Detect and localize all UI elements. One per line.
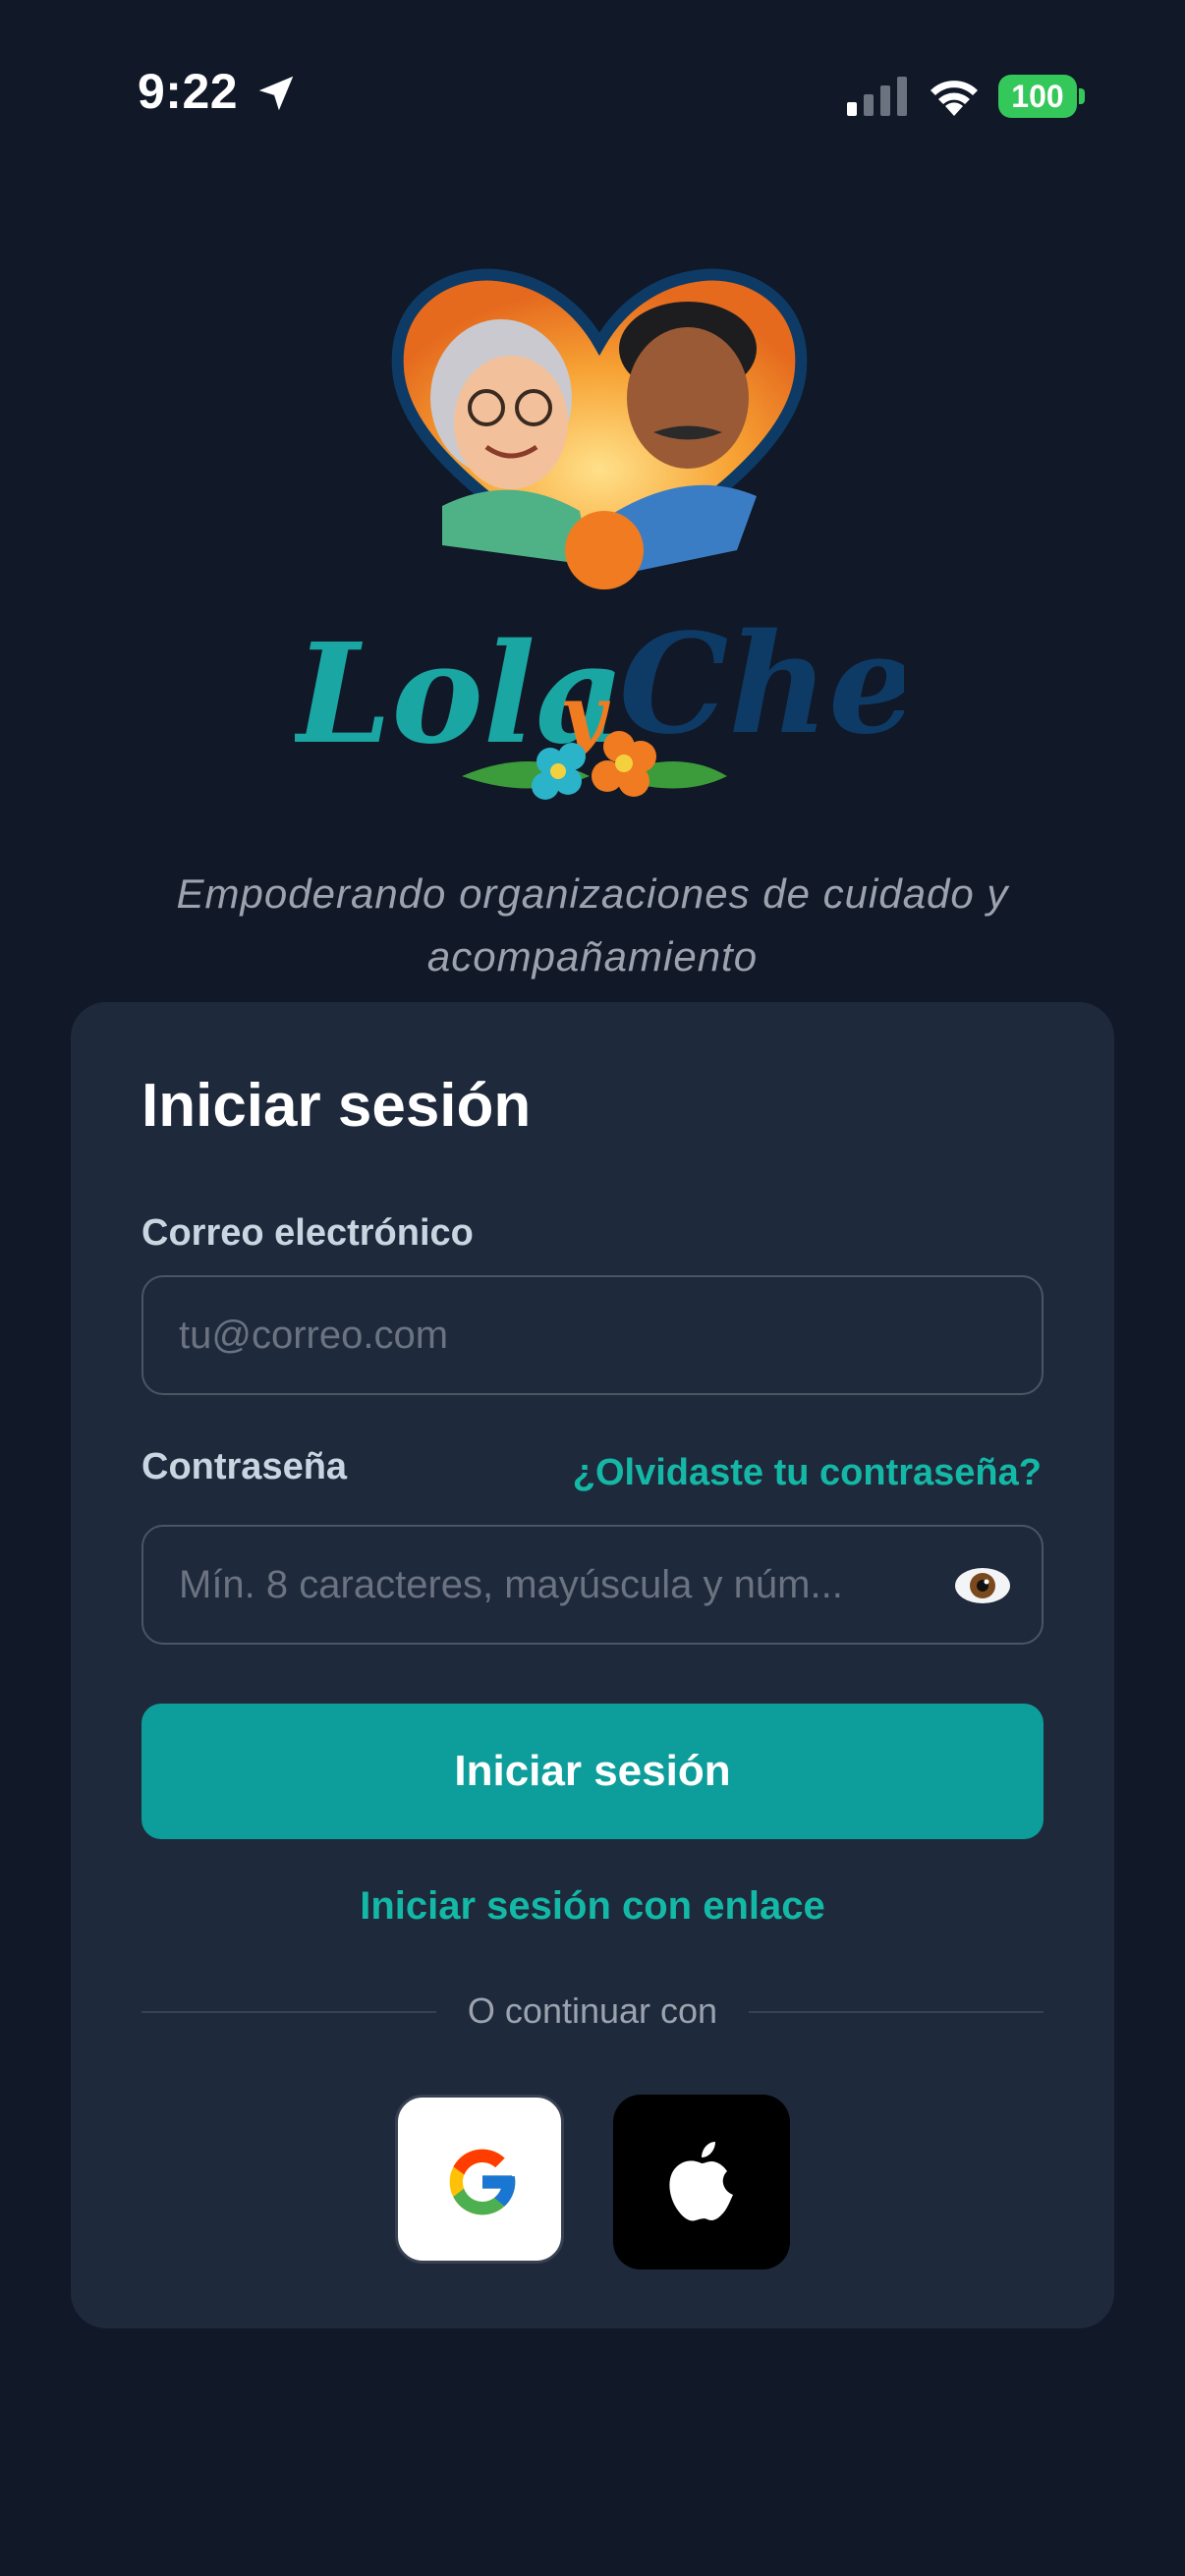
email-label: Correo electrónico <box>141 1212 474 1254</box>
battery-indicator: 100 <box>998 75 1077 118</box>
eye-icon[interactable] <box>953 1562 1012 1609</box>
magic-link-login[interactable]: Iniciar sesión con enlace <box>0 1884 1185 1929</box>
battery-cap <box>1079 88 1085 104</box>
status-bar: 9:22 100 <box>0 0 1185 196</box>
logo-text-cheo: Cheo <box>619 604 904 765</box>
password-label: Contraseña <box>141 1446 348 1487</box>
email-field-container <box>141 1275 1044 1395</box>
google-signin-button[interactable] <box>395 2095 564 2264</box>
forgot-password-link[interactable]: ¿Olvidaste tu contraseña? <box>573 1452 1042 1494</box>
login-card <box>71 1002 1114 2328</box>
divider-line-right <box>749 2011 1044 2013</box>
tagline: Empoderando organizaciones de cuidado y … <box>176 870 1009 980</box>
location-arrow-icon <box>258 76 294 111</box>
email-field[interactable] <box>179 1277 965 1393</box>
login-title: Iniciar sesión <box>141 1072 532 1140</box>
wifi-icon <box>931 81 978 116</box>
cellular-signal-icon <box>847 77 907 116</box>
status-time: 9:22 <box>138 64 239 119</box>
password-field-container <box>141 1525 1044 1645</box>
google-icon <box>449 2149 516 2215</box>
lola-y-cheo-logo: Lola y Cheo <box>295 268 904 800</box>
password-field[interactable] <box>179 1527 965 1643</box>
apple-signin-button[interactable] <box>613 2095 790 2269</box>
apple-icon <box>669 2142 733 2221</box>
login-button[interactable]: Iniciar sesión <box>141 1704 1044 1839</box>
